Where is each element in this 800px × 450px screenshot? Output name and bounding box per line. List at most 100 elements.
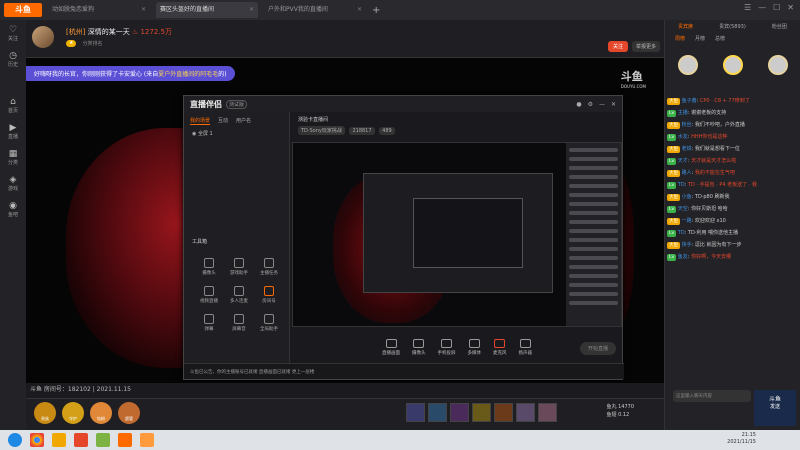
tab-user[interactable]: 用户名 xyxy=(236,117,251,125)
tab-month[interactable]: 月榜 xyxy=(695,35,705,42)
tab-interact[interactable]: 互动 xyxy=(218,117,228,125)
chat-message: Lv TD: TD·利用 喂你送他主播 xyxy=(667,230,739,237)
clock[interactable]: 21:15 2021/11/15 xyxy=(727,432,756,446)
close-icon[interactable]: ✕ xyxy=(249,2,254,18)
tab-total[interactable]: 总榜 xyxy=(715,35,725,42)
chat-user[interactable]: 小鱼 xyxy=(682,194,692,200)
fan-badge: 大鱼 xyxy=(667,146,680,153)
tab-fans[interactable]: 粉丝团 xyxy=(772,23,787,30)
chat-user[interactable]: TD xyxy=(678,230,685,236)
chat-user[interactable]: 水友 xyxy=(678,134,688,140)
settings-icon[interactable]: ⚙ xyxy=(588,101,593,108)
tool-screen-audio[interactable]: 屏幕音 xyxy=(224,314,254,332)
btn-screen[interactable]: 直播画面 xyxy=(382,338,400,356)
gift-item[interactable] xyxy=(494,403,513,422)
app-version: 测试版 xyxy=(226,99,248,109)
app-icon[interactable] xyxy=(74,433,88,447)
close-icon[interactable]: ✕ xyxy=(357,2,362,18)
sidebar-item-home[interactable]: ⌂ 首页 xyxy=(0,92,26,118)
chat-user[interactable]: 粉丝 xyxy=(682,122,692,128)
chrome-icon[interactable] xyxy=(30,433,44,447)
gift-item[interactable] xyxy=(472,403,491,422)
close-window-icon[interactable]: ✕ xyxy=(787,3,794,12)
eye-icon[interactable]: ◉ xyxy=(192,131,196,137)
tool-game[interactable]: 游戏助手 xyxy=(224,258,254,276)
tab-1[interactable]: 动如脱兔恋爱狗 ✕ xyxy=(48,2,150,18)
rank-diamond[interactable]: 钻粉 xyxy=(90,402,112,424)
close-icon[interactable]: ✕ xyxy=(611,101,616,108)
app-room-info: 测验卡直播间 TD·Sony玩家挑战 218817 489 xyxy=(290,112,624,139)
tool-assistant[interactable]: 全局助手 xyxy=(254,314,284,332)
top-fan-avatar[interactable] xyxy=(722,55,743,75)
sidebar-item-game[interactable]: ◈ 游戏 xyxy=(0,170,26,196)
app-icon[interactable] xyxy=(52,433,66,447)
app-icon[interactable] xyxy=(140,433,154,447)
btn-speaker[interactable]: 扬声器 xyxy=(519,338,532,356)
more-button[interactable]: 举报更多 xyxy=(631,41,660,52)
menu-icon[interactable]: ☰ xyxy=(744,3,751,12)
tab-vip[interactable]: 贵宾席 xyxy=(678,23,693,30)
chat-user[interactable]: 主播 xyxy=(678,110,688,116)
start-live-button[interactable]: 开始直播 xyxy=(579,342,616,355)
sidebar-item-history[interactable]: ◷ 历史 xyxy=(0,46,26,72)
start-icon[interactable] xyxy=(8,433,22,447)
gift-item[interactable] xyxy=(428,403,447,422)
pill-category[interactable]: TD·Sony玩家挑战 xyxy=(298,126,345,135)
btn-phone[interactable]: 手机投屏 xyxy=(438,338,456,356)
sidebar-item-category[interactable]: ▦ 分类 xyxy=(0,144,26,170)
rank-guard[interactable]: 守护 xyxy=(62,402,84,424)
chat-user[interactable]: 一路 xyxy=(682,218,692,224)
tab-week[interactable]: 周榜 xyxy=(675,35,685,42)
gift-item[interactable] xyxy=(406,403,425,422)
tab-2[interactable]: 赛区头盔好的直播间 ✕ xyxy=(156,2,258,18)
app-icon[interactable] xyxy=(118,433,132,447)
tool-task[interactable]: 主播任务 xyxy=(254,258,284,276)
heat-icon: ♨ xyxy=(131,28,139,36)
sidebar-item-fishbar[interactable]: ◉ 鱼吧 xyxy=(0,196,26,222)
add-tab-icon[interactable]: + xyxy=(372,5,380,16)
streamer-avatar[interactable] xyxy=(32,26,54,48)
rank-noble[interactable]: 贵族 xyxy=(34,402,56,424)
chat-user[interactable]: 鱼友 xyxy=(678,254,688,260)
top-fan-avatar[interactable] xyxy=(767,55,788,75)
btn-media[interactable]: 多媒体 xyxy=(468,338,481,356)
btn-mic[interactable]: 麦克风 xyxy=(493,338,507,356)
rank-text[interactable]: 分类排名 xyxy=(82,40,102,47)
sidebar-item-follow[interactable]: ♡ 关注 xyxy=(0,20,26,46)
scene-row[interactable]: ◉ 全屏 1 xyxy=(184,130,289,137)
douyu-logo[interactable]: 斗鱼 xyxy=(4,3,42,17)
minimize-icon[interactable]: — xyxy=(599,101,605,108)
gift-item[interactable] xyxy=(538,403,557,422)
chat-user[interactable]: 快手 xyxy=(682,242,692,248)
tool-multi[interactable]: 多人连麦 xyxy=(224,286,254,304)
follow-button[interactable]: 关注 xyxy=(607,41,628,52)
tool-danmu[interactable]: 弹幕 xyxy=(194,314,224,332)
btn-camera[interactable]: 摄像头 xyxy=(412,338,426,356)
balance-value: 14770 xyxy=(618,404,634,410)
app-icon[interactable] xyxy=(96,433,110,447)
maximize-icon[interactable]: ☐ xyxy=(773,3,780,12)
chat-user[interactable]: 鱼子酱 xyxy=(682,98,697,104)
send-button[interactable]: 斗鱼 发送 xyxy=(754,390,796,426)
tool-camera[interactable]: 摄像头 xyxy=(194,258,224,276)
top-fan-avatar[interactable] xyxy=(677,55,698,75)
chat-user[interactable]: 天空 xyxy=(678,206,688,212)
rank-admin[interactable]: 超管 xyxy=(118,402,140,424)
tool-room[interactable]: 房间号 xyxy=(254,286,284,304)
chat-user[interactable]: 天才 xyxy=(678,158,688,164)
chat-user[interactable]: TD xyxy=(678,182,685,188)
sidebar-item-live[interactable]: ▶ 直播 xyxy=(0,118,26,144)
minimize-icon[interactable]: — xyxy=(758,3,766,12)
gift-item[interactable] xyxy=(450,403,469,422)
tab-vip-count[interactable]: 贵宾(5893) xyxy=(719,23,746,30)
chat-user[interactable]: 路人 xyxy=(682,170,692,176)
gift-item[interactable] xyxy=(516,403,535,422)
video-player[interactable]: 好嗨呀我的长官，你刚刚获得了卡安爱心 (来自夏户外直播间的阿毛毛的) 斗鱼 DO… xyxy=(26,58,664,383)
tab-3[interactable]: 户外和PVV我的直播间 ✕ xyxy=(264,2,366,18)
avatar-icon[interactable]: ● xyxy=(576,101,581,108)
chat-input[interactable]: 这里输入聊天内容 xyxy=(673,390,751,402)
tool-video[interactable]: 视频直播 xyxy=(194,286,224,304)
tab-scenes[interactable]: 我的场景 xyxy=(190,117,211,125)
chat-user[interactable]: 老铁 xyxy=(682,146,692,152)
close-icon[interactable]: ✕ xyxy=(141,2,146,18)
